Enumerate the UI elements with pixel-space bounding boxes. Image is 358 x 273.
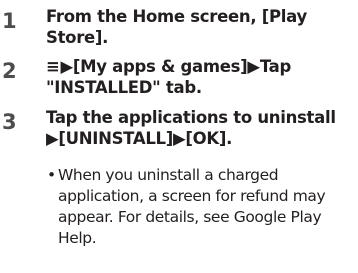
step-text-line: From the Home screen, [Play [46, 7, 307, 26]
menu-icon: ≡ [46, 57, 60, 76]
note-line: appear. For details, see Google Play [58, 208, 322, 226]
step-number: 3 [2, 110, 17, 134]
step-text-line: Tap the applications to uninstall [46, 108, 336, 127]
note-line: Help. [58, 229, 97, 247]
step-text-line: ▶[UNINSTALL]▶[OK]. [46, 129, 233, 148]
step-number: 1 [2, 9, 17, 33]
step-text-line: ≡▶[My apps & games]▶Tap [46, 56, 351, 77]
note-line: When you uninstall a charged [58, 166, 279, 184]
bullet-icon: • [47, 166, 56, 184]
step-text-segment: ▶[My apps & games]▶Tap [60, 57, 292, 76]
note: • When you uninstall a charged applicati… [47, 165, 352, 249]
note-line: application, a screen for refund may [58, 187, 326, 205]
step-text-line: "INSTALLED" tab. [46, 78, 202, 97]
step-text: From the Home screen, [Play Store]. [46, 6, 351, 48]
step-text-line: Store]. [46, 28, 109, 47]
step-text: ≡▶[My apps & games]▶Tap "INSTALLED" tab. [46, 56, 351, 98]
step-number: 2 [2, 59, 17, 83]
step-text: Tap the applications to uninstall ▶[UNIN… [46, 107, 351, 149]
instruction-page: { "steps": [ { "number": "1", "lines": [… [0, 0, 358, 273]
